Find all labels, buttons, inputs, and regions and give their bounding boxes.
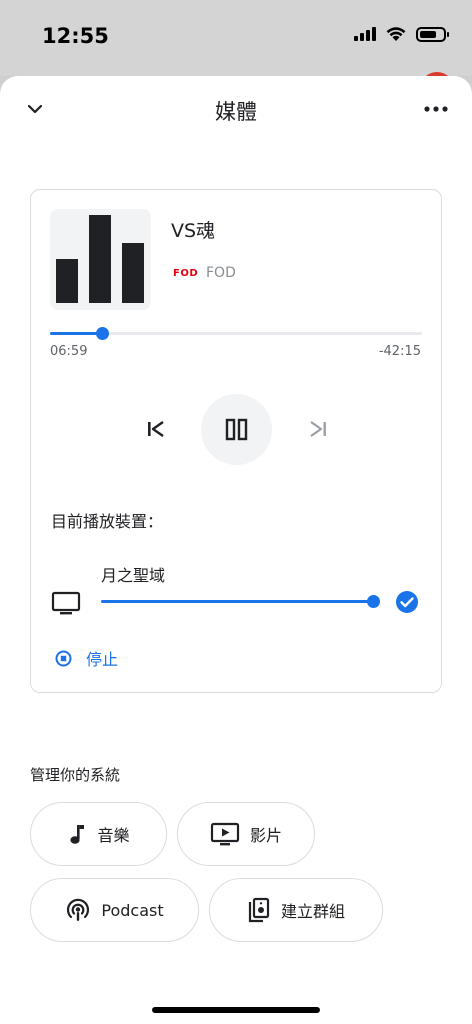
stop-circle-icon [55, 650, 72, 666]
source-name: FOD [206, 265, 236, 281]
manage-system-heading: 管理你的系統 [30, 766, 121, 784]
remaining-time: -42:15 [378, 344, 421, 359]
volume-slider-thumb[interactable] [367, 595, 380, 608]
chip-label: 音樂 [97, 826, 130, 845]
page-title: 媒體 [215, 100, 257, 124]
speaker-group-icon [248, 897, 270, 923]
status-icons [354, 26, 449, 42]
media-thumbnail [50, 209, 151, 310]
skip-previous-icon[interactable] [145, 418, 167, 440]
create-group-chip[interactable]: 建立群組 [209, 878, 383, 942]
chip-label: 影片 [249, 826, 282, 845]
home-indicator [152, 1007, 320, 1013]
playback-progress-fill [50, 332, 103, 335]
video-icon [210, 822, 240, 846]
status-time: 12:55 [42, 24, 109, 48]
media-sheet: 媒體 VS魂 FOD FOD 06:59 -42:15 目前播放裝置： 月之聖域… [0, 76, 472, 1024]
sheet-header: 媒體 [0, 76, 472, 144]
status-bar: 12:55 [0, 0, 472, 76]
pause-icon [225, 418, 248, 441]
music-note-icon [70, 825, 85, 844]
playback-progress-thumb[interactable] [96, 327, 110, 340]
more-options-icon[interactable] [422, 98, 450, 120]
cellular-signal-icon [354, 27, 376, 41]
tv-icon [51, 591, 81, 615]
source-logo: FOD [173, 268, 199, 279]
skip-next-icon[interactable] [307, 418, 329, 440]
video-chip[interactable]: 影片 [177, 802, 315, 866]
media-title: VS魂 [171, 220, 216, 242]
chip-label: 建立群組 [280, 902, 345, 921]
check-circle-icon[interactable] [395, 590, 419, 614]
now-playing-card: VS魂 FOD FOD 06:59 -42:15 目前播放裝置： 月之聖域 停止 [30, 189, 442, 693]
current-device-heading: 目前播放裝置： [51, 512, 164, 531]
podcast-icon [67, 898, 90, 921]
volume-slider[interactable] [101, 595, 380, 608]
pause-button[interactable] [201, 394, 272, 465]
podcast-chip[interactable]: Podcast [30, 878, 199, 942]
playback-progress[interactable] [50, 327, 422, 340]
elapsed-time: 06:59 [50, 344, 88, 359]
bar-chart-artwork-icon [56, 215, 144, 303]
wifi-icon [386, 27, 406, 41]
music-chip[interactable]: 音樂 [30, 802, 167, 866]
stop-label: 停止 [86, 650, 119, 669]
chip-label: Podcast [101, 900, 164, 920]
device-name: 月之聖域 [101, 566, 166, 585]
battery-icon [416, 26, 449, 42]
stop-button[interactable]: 停止 [55, 646, 118, 670]
